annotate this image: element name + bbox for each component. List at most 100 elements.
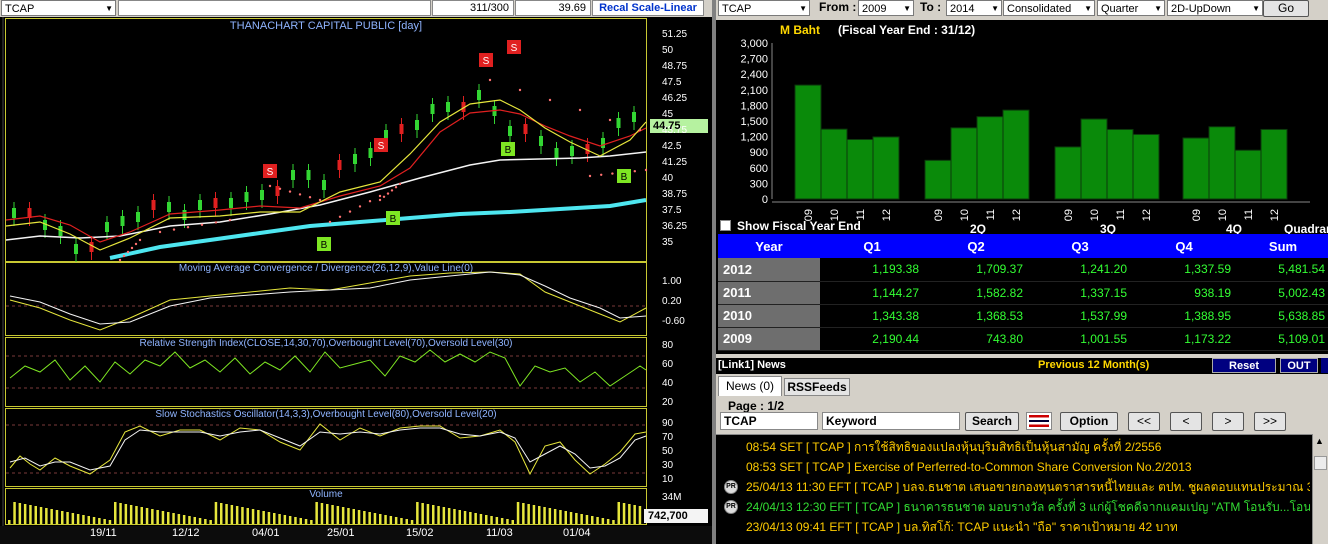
sar-dot xyxy=(278,187,282,190)
bar[interactable] xyxy=(1054,146,1082,200)
volume-bar xyxy=(628,504,631,524)
sar-dot xyxy=(386,192,390,195)
volume-bar xyxy=(432,505,435,524)
from-year-select[interactable]: 2009 ▼ xyxy=(858,0,914,16)
news-item[interactable]: 08:53 SET [ TCAP ] Exercise of Perferred… xyxy=(746,458,1310,476)
volume-bar xyxy=(500,518,504,524)
sar-dot xyxy=(298,193,302,196)
news-symbol-input[interactable]: TCAP xyxy=(720,412,818,430)
recal-scale-button[interactable]: Recal Scale-Linear xyxy=(592,0,704,16)
table-header[interactable]: Year xyxy=(718,234,820,258)
technical-chart-pane: TCAP ▼ 311/300 39.69 Recal Scale-Linear xyxy=(0,0,712,544)
candle-body xyxy=(182,210,187,220)
reset-button[interactable]: Reset xyxy=(1212,358,1276,373)
statement-type-select[interactable]: Consolidated ▼ xyxy=(1003,0,1095,16)
fund-symbol-select[interactable]: TCAP ▼ xyxy=(718,0,810,16)
go-button[interactable]: Go xyxy=(1263,0,1309,17)
out-button[interactable]: OUT xyxy=(1280,358,1318,373)
prev-page-button[interactable]: < xyxy=(1170,412,1202,431)
bar[interactable] xyxy=(794,84,822,200)
bar[interactable] xyxy=(924,159,952,200)
sar-dot xyxy=(638,128,642,132)
sar-dot xyxy=(358,205,362,208)
tab-rss[interactable]: RSSFeeds xyxy=(784,378,850,396)
scroll-up-icon[interactable]: ▲ xyxy=(1315,436,1324,446)
table-row[interactable]: 2011 1,144.27 1,582.82 1,337.15 938.19 5,002.… xyxy=(718,281,1328,305)
table-header[interactable]: Q4 xyxy=(1132,234,1236,258)
sar-dot xyxy=(644,168,648,172)
bar[interactable] xyxy=(976,116,1004,200)
chevron-down-icon: ▼ xyxy=(1252,4,1260,13)
volume-bar xyxy=(622,503,626,524)
show-fiscal-checkbox[interactable] xyxy=(720,220,731,231)
y-tick-label: 300 xyxy=(750,178,768,190)
sar-dot xyxy=(122,254,126,258)
ma-long-line xyxy=(109,198,647,260)
table-header[interactable]: Q3 xyxy=(1028,234,1132,258)
x-tick-label: 12 xyxy=(1269,209,1281,221)
table-row[interactable]: 2009 2,190.44 743.80 1,001.55 1,173.22 5,109.… xyxy=(718,327,1328,351)
last-page-button[interactable]: >> xyxy=(1254,412,1286,431)
scroll-thumb[interactable] xyxy=(1314,456,1327,470)
bar[interactable] xyxy=(1002,109,1030,200)
option-button[interactable]: Option xyxy=(1060,412,1118,431)
candle-body xyxy=(523,124,528,134)
page-indicator: Page : 1/2 xyxy=(728,399,785,413)
period-select[interactable]: Quarter ▼ xyxy=(1097,0,1165,16)
table-header[interactable]: Sum xyxy=(1236,234,1328,258)
first-page-button[interactable]: << xyxy=(1128,412,1160,431)
table-header[interactable]: Q2 xyxy=(924,234,1028,258)
bar[interactable] xyxy=(1182,137,1210,200)
bar[interactable] xyxy=(1080,118,1108,200)
volume-bar xyxy=(278,514,281,524)
value-cell: 5,481.54 xyxy=(1236,258,1328,282)
chevron-down-icon: ▼ xyxy=(799,4,807,13)
bar[interactable] xyxy=(846,138,874,200)
news-item[interactable]: 25/04/13 11:30 EFT [ TCAP ] บลจ.ธนชาต เส… xyxy=(746,478,1310,496)
table-row[interactable]: 2010 1,343.38 1,368.53 1,537.99 1,388.95 5,63… xyxy=(718,304,1328,328)
news-scrollbar[interactable]: ▲ xyxy=(1312,434,1328,544)
bar[interactable] xyxy=(872,136,900,200)
to-year-select[interactable]: 2014 ▼ xyxy=(946,0,1002,16)
close-icon[interactable] xyxy=(1321,358,1328,373)
volume-bar xyxy=(299,518,302,524)
sar-dot xyxy=(228,218,232,222)
volume-bar xyxy=(55,510,59,524)
news-item[interactable]: 23/04/13 09:41 EFT [ TCAP ] บล.ทิสโก้: T… xyxy=(746,518,1310,536)
candle-body xyxy=(415,120,419,130)
news-item[interactable]: 24/04/13 12:30 EFT [ TCAP ] ธนาคารธนชาต … xyxy=(746,498,1310,516)
from-year-value: 2009 xyxy=(862,3,887,15)
keyword-input[interactable]: Keyword xyxy=(822,412,960,430)
date-label: 04/01 xyxy=(252,527,280,539)
volume-bar xyxy=(469,512,472,524)
sar-dot xyxy=(118,258,122,262)
sar-dot xyxy=(158,230,162,234)
bar[interactable] xyxy=(1106,128,1134,200)
next-page-button[interactable]: > xyxy=(1212,412,1244,431)
volume-bar xyxy=(516,502,520,524)
x-tick-label: 10 xyxy=(1089,209,1101,221)
volume-bar xyxy=(225,504,228,524)
tab-news[interactable]: News (0) xyxy=(718,376,782,396)
x-tick-label: 12 xyxy=(881,209,893,221)
y-tick-label: 2,100 xyxy=(740,85,768,97)
stoch-tick: 70 xyxy=(662,432,674,443)
statement-type-value: Consolidated xyxy=(1007,3,1072,15)
year-cell: 2011 xyxy=(718,281,820,305)
bar[interactable] xyxy=(1260,128,1288,200)
symbol-select[interactable]: TCAP ▼ xyxy=(1,0,116,16)
year-cell: 2010 xyxy=(718,304,820,328)
language-flag-icon[interactable] xyxy=(1026,412,1052,430)
volume-bar xyxy=(416,502,419,524)
search-button[interactable]: Search xyxy=(965,412,1019,431)
table-header[interactable]: Q1 xyxy=(820,234,924,258)
bar[interactable] xyxy=(1132,133,1160,200)
view-select[interactable]: 2D-UpDown ▼ xyxy=(1167,0,1263,16)
bar[interactable] xyxy=(1208,126,1236,200)
ma-short-red-line xyxy=(5,109,647,243)
bar[interactable] xyxy=(820,128,848,200)
news-item[interactable]: 08:54 SET [ TCAP ] การใช้สิทธิของแปลงหุ้… xyxy=(746,438,1310,456)
bar[interactable] xyxy=(1234,149,1262,200)
table-row[interactable]: 2012 1,193.38 1,709.37 1,241.20 1,337.59 5,48… xyxy=(718,258,1328,282)
bar[interactable] xyxy=(950,127,978,200)
